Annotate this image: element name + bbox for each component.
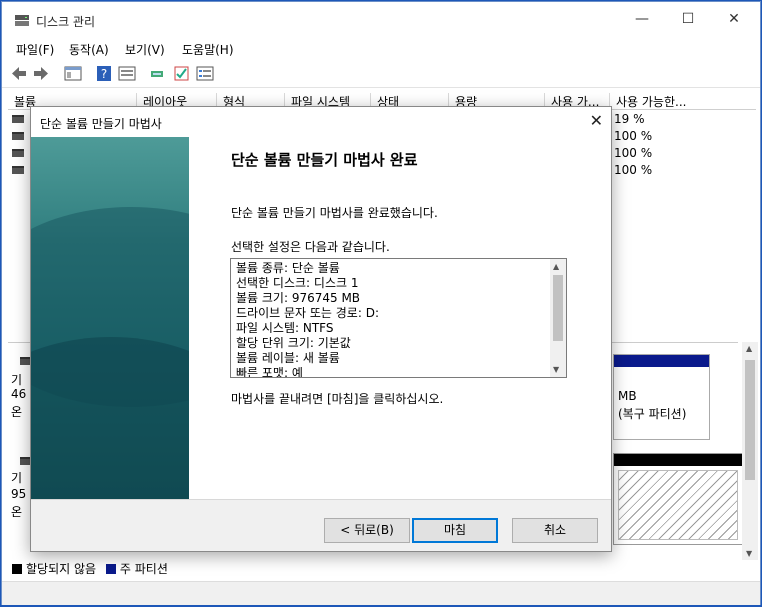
disk-1-label: 기 <box>11 471 23 485</box>
unallocated-bar <box>614 454 742 466</box>
console-tree-icon[interactable] <box>64 65 82 82</box>
dialog-button-bar: < 뒤로(B) 마침 취소 <box>31 500 611 551</box>
volume-disk-icon <box>12 132 24 140</box>
volume-percent-free: 100 % <box>614 163 653 177</box>
finish-button[interactable]: 마침 <box>412 518 498 543</box>
properties-icon[interactable] <box>118 65 136 82</box>
summary-line: 파일 시스템: NTFS <box>236 321 334 335</box>
disk-management-icon <box>15 15 29 26</box>
scroll-up-icon[interactable]: ▲ <box>553 262 559 271</box>
volume-percent-free: 100 % <box>614 146 653 160</box>
volume-disk-icon <box>12 115 24 123</box>
graphical-pane-scrollbar[interactable]: ▲ ▼ <box>742 342 758 560</box>
scroll-down-icon[interactable]: ▼ <box>553 365 559 374</box>
scrollbar-thumb[interactable] <box>745 360 755 480</box>
list-view-icon[interactable] <box>196 65 214 82</box>
volume-disk-icon <box>12 166 24 174</box>
unallocated-swatch <box>12 564 22 574</box>
col-percent-free[interactable]: 사용 가능한... <box>609 93 686 109</box>
back-arrow-icon[interactable] <box>10 65 28 82</box>
disk-1-size: 95 <box>11 487 27 501</box>
partition-size: MB <box>618 389 637 403</box>
forward-arrow-icon[interactable] <box>32 65 50 82</box>
partition-desc: (복구 파티션) <box>618 407 687 421</box>
summary-line: 볼륨 레이블: 새 볼륨 <box>236 351 340 365</box>
dialog-close-button[interactable]: ✕ <box>590 111 603 130</box>
settings-summary-box[interactable]: 볼륨 종류: 단순 볼륨 선택한 디스크: 디스크 1 볼륨 크기: 97674… <box>230 258 567 378</box>
summary-scrollbar[interactable]: ▲ ▼ <box>550 259 566 377</box>
cancel-button[interactable]: 취소 <box>512 518 598 543</box>
summary-line: 선택한 디스크: 디스크 1 <box>236 276 359 290</box>
title-bar: 디스크 관리 — ☐ ✕ <box>2 2 760 36</box>
back-button[interactable]: < 뒤로(B) <box>324 518 410 543</box>
banner-wave <box>31 337 189 499</box>
dialog-title: 단순 볼륨 만들기 마법사 <box>40 117 162 131</box>
disk-0-status: 온 <box>11 405 23 419</box>
summary-line: 볼륨 종류: 단순 볼륨 <box>236 261 340 275</box>
scroll-down-icon[interactable]: ▼ <box>746 549 752 558</box>
primary-swatch <box>105 564 116 574</box>
volume-disk-icon <box>12 149 24 157</box>
legend: 할당되지 않음 주 파티션 <box>12 560 752 578</box>
volume-percent-free: 19 % <box>614 112 645 126</box>
disk-0-label: 기 <box>11 373 23 387</box>
menu-action[interactable]: 동작(A) <box>69 41 109 58</box>
summary-line: 드라이브 문자 또는 경로: D: <box>236 306 379 320</box>
menu-view[interactable]: 보기(V) <box>125 41 165 58</box>
wizard-finish-instruction: 마법사를 끝내려면 [마침]을 클릭하십시오. <box>231 392 444 406</box>
disk-0-size: 46 <box>11 387 27 401</box>
close-button[interactable]: ✕ <box>711 2 757 36</box>
summary-scrollbar-thumb[interactable] <box>553 275 563 341</box>
scroll-up-icon[interactable]: ▲ <box>746 344 752 353</box>
svg-text:?: ? <box>101 67 107 81</box>
menu-help[interactable]: 도움말(H) <box>182 41 234 58</box>
maximize-button[interactable]: ☐ <box>665 2 711 36</box>
legend-primary: 주 파티션 <box>119 562 168 576</box>
disk-1-status: 온 <box>11 505 23 519</box>
primary-partition-bar <box>614 355 709 367</box>
wizard-settings-intro: 선택한 설정은 다음과 같습니다. <box>231 240 390 254</box>
menu-file[interactable]: 파일(F) <box>16 41 54 58</box>
menu-bar: 파일(F) 동작(A) 보기(V) 도움말(H) <box>2 36 760 60</box>
summary-line: 빠른 포맷: 예 <box>236 366 303 378</box>
summary-line: 할당 단위 크기: 기본값 <box>236 336 351 350</box>
status-bar <box>2 581 760 605</box>
wizard-complete-text: 단순 볼륨 만들기 마법사를 완료했습니다. <box>231 206 438 220</box>
wizard-side-banner <box>31 137 189 499</box>
connect-icon[interactable] <box>149 65 167 82</box>
check-icon[interactable] <box>173 65 191 82</box>
unallocated-space[interactable] <box>613 453 743 545</box>
summary-line: 볼륨 크기: 976745 MB <box>236 291 361 305</box>
legend-unallocated: 할당되지 않음 <box>26 562 97 576</box>
unallocated-hatch <box>618 470 738 540</box>
simple-volume-wizard-dialog: 단순 볼륨 만들기 마법사 ✕ 단순 볼륨 만들기 마법사 완료 단순 볼륨 만… <box>30 106 612 552</box>
volume-percent-free: 100 % <box>614 129 653 143</box>
recovery-partition[interactable]: MB (복구 파티션) <box>613 354 710 440</box>
toolbar: ? <box>2 60 760 88</box>
minimize-button[interactable]: — <box>619 2 665 36</box>
window-title: 디스크 관리 <box>36 15 96 29</box>
wizard-heading: 단순 볼륨 만들기 마법사 완료 <box>231 151 418 169</box>
help-icon[interactable]: ? <box>95 65 113 82</box>
